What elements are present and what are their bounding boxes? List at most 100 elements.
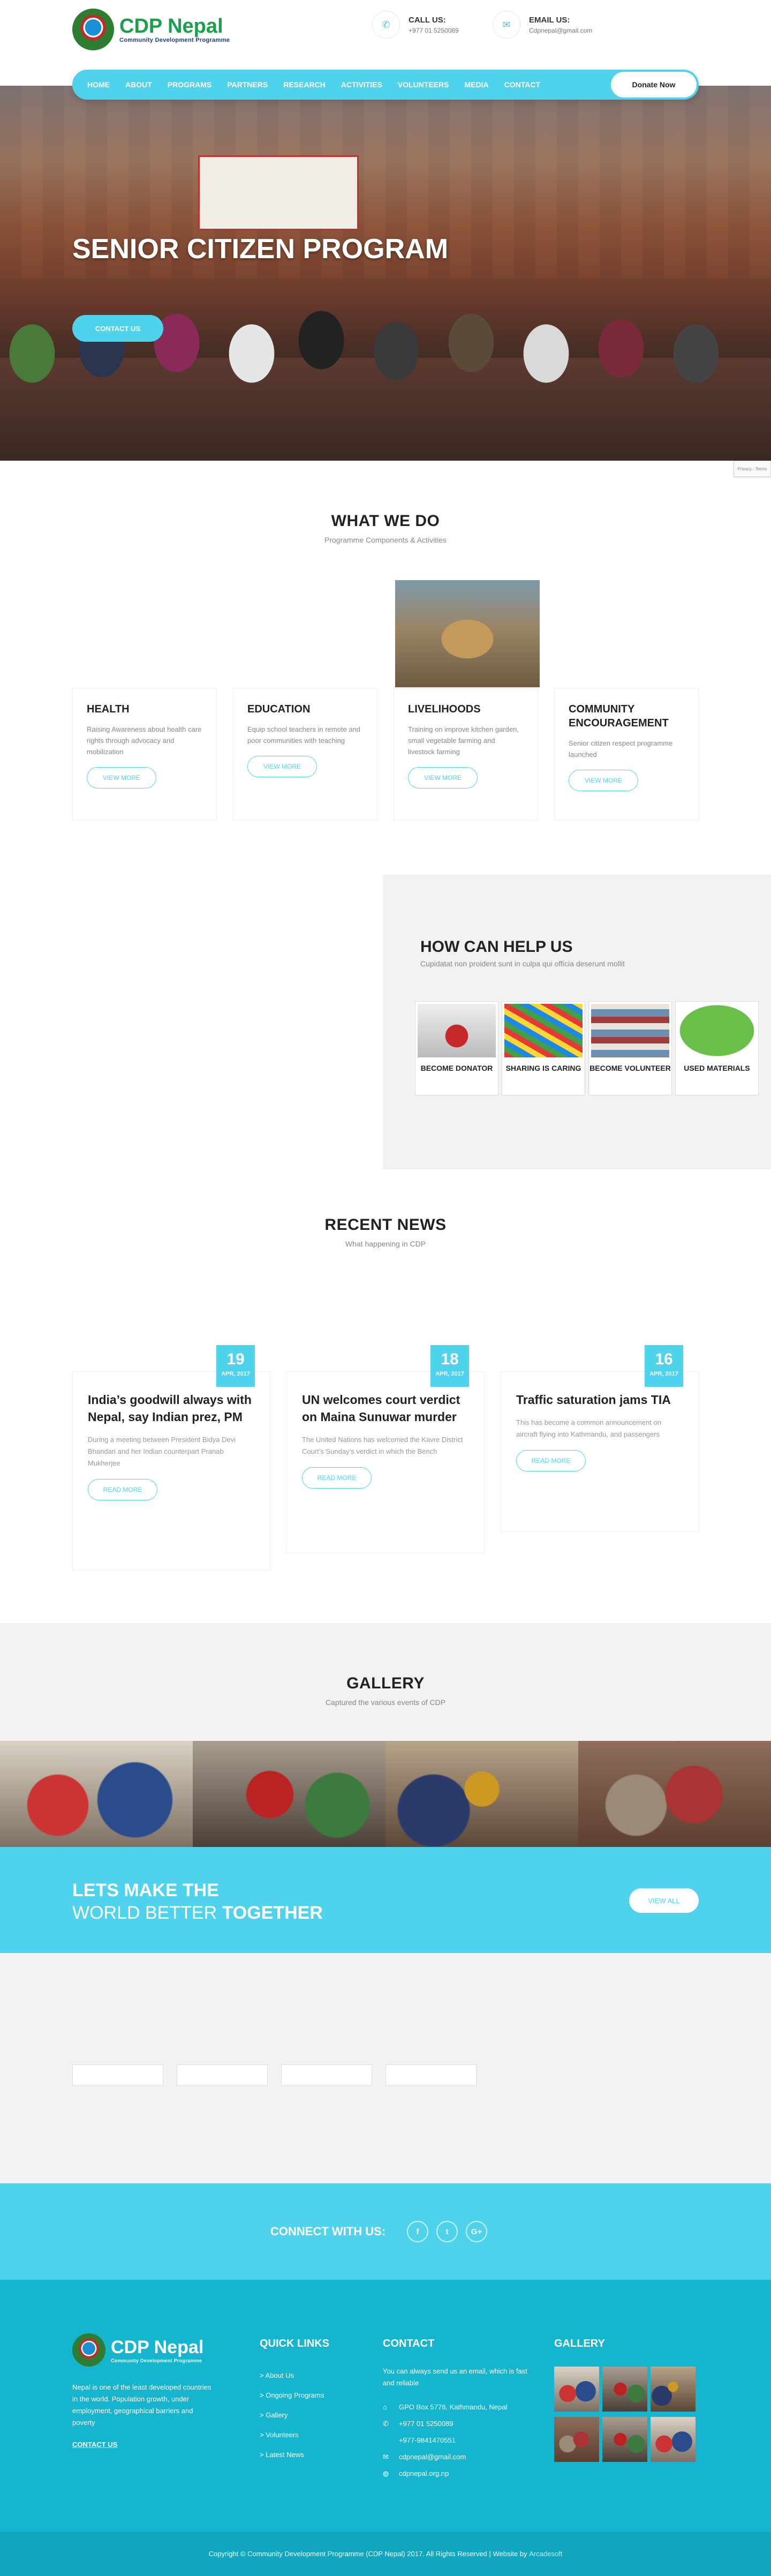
footer-gallery-image[interactable]: [602, 2417, 647, 2462]
donate-now-button[interactable]: Donate Now: [611, 72, 697, 97]
nav-media[interactable]: Media: [464, 80, 488, 89]
tile-used-materials[interactable]: Used Materials: [675, 1001, 759, 1095]
footer-contact-link[interactable]: Contact Us: [72, 2440, 117, 2449]
card-text: Raising Awareness about health care righ…: [87, 725, 202, 756]
donation-box-image: [418, 1004, 496, 1057]
quick-link-news[interactable]: > Latest News: [260, 2445, 324, 2465]
view-more-button[interactable]: View More: [569, 770, 638, 791]
gallery-subtitle: Captured the various events of CDP: [325, 1698, 446, 1707]
logo[interactable]: CDP Nepal Community Development Programm…: [72, 9, 230, 50]
logo-title: CDP Nepal: [119, 15, 223, 37]
footer-gallery-image[interactable]: [602, 2367, 647, 2412]
google-plus-icon[interactable]: G+: [466, 2221, 487, 2242]
hero-contact-button[interactable]: Contact Us: [72, 315, 163, 342]
developer-link[interactable]: Arcadesoft: [529, 2550, 562, 2558]
card-livelihoods: Livelihoods Training on improve kitchen …: [394, 688, 538, 821]
nav-programs[interactable]: Programs: [168, 80, 211, 89]
view-more-button[interactable]: View More: [87, 767, 156, 788]
quick-link-volunteers[interactable]: > Volunteers: [260, 2425, 324, 2445]
email-value[interactable]: Cdpnepal@gmail.com: [529, 27, 592, 34]
partner-logo[interactable]: [72, 2064, 163, 2086]
card-education: Education Equip school teachers in remot…: [233, 688, 377, 821]
news-headline[interactable]: UN welcomes court verdict on Maina Sunuw…: [302, 1391, 469, 1425]
contact-phone-2[interactable]: +977-9841470551: [399, 2436, 456, 2444]
tile-title: Sharing is caring: [505, 1064, 581, 1072]
nav-research[interactable]: Research: [283, 80, 326, 89]
partner-logo[interactable]: [177, 2064, 268, 2086]
footer-logo[interactable]: CDP Nepal Community Development Programm…: [72, 2333, 203, 2367]
quick-link-about[interactable]: > About Us: [260, 2365, 324, 2385]
gallery-image[interactable]: [0, 1741, 193, 1848]
read-more-button[interactable]: Read More: [302, 1467, 372, 1489]
news-excerpt: The United Nations has welcomed the Kavr…: [302, 1436, 463, 1455]
card-title: Livelihoods: [408, 703, 481, 715]
footer-gallery-title: Gallery: [554, 2338, 605, 2349]
news-excerpt: During a meeting between President Bidya…: [88, 1436, 236, 1467]
call-label: CALL US:: [409, 15, 446, 25]
hero-title: Senior Citizen Program: [72, 234, 449, 265]
nav-activities[interactable]: Activities: [341, 80, 382, 89]
cta-line-2: world better together: [72, 1903, 323, 1924]
view-more-button[interactable]: View More: [408, 767, 478, 788]
date-month: APR, 2017: [221, 1371, 250, 1377]
email-label: EMAIL US:: [529, 15, 570, 25]
contact-website[interactable]: cdpnepal.org.np: [399, 2469, 449, 2477]
tile-title: Become Volunteer: [589, 1064, 671, 1072]
tile-sharing-is-caring[interactable]: Sharing is caring: [502, 1001, 585, 1095]
nav-volunteers[interactable]: Volunteers: [398, 80, 449, 89]
footer-gallery-image[interactable]: [651, 2367, 696, 2412]
contact-email[interactable]: cdpnepal@gmail.com: [399, 2453, 466, 2461]
cta-line-2-b: together: [222, 1903, 323, 1923]
tile-become-donator[interactable]: Become Donator: [415, 1001, 498, 1095]
quick-link-gallery[interactable]: > Gallery: [260, 2405, 324, 2425]
nav-home[interactable]: Home: [87, 80, 110, 89]
news-title: Recent News: [324, 1216, 447, 1234]
contact-text: You can always send us an email, which i…: [383, 2367, 527, 2387]
partner-logo[interactable]: [386, 2064, 477, 2086]
home-icon: ⌂: [383, 2403, 387, 2411]
view-more-button[interactable]: View More: [247, 756, 317, 777]
envelope-icon: ✉: [383, 2453, 389, 2461]
news-headline[interactable]: India’s goodwill always with Nepal, say …: [88, 1391, 255, 1425]
partner-logo[interactable]: [281, 2064, 372, 2086]
logo-emblem-icon: [72, 9, 114, 50]
footer-gallery-image[interactable]: [554, 2367, 599, 2412]
copyright-text: Copyright © Community Development Progra…: [208, 2550, 527, 2558]
footer-gallery-image[interactable]: [651, 2417, 696, 2462]
call-us: ✆ CALL US: +977 01 5250089: [372, 11, 459, 39]
read-more-button[interactable]: Read More: [88, 1479, 157, 1500]
logo-emblem-icon: [72, 2333, 105, 2367]
twitter-icon[interactable]: t: [436, 2221, 458, 2242]
date-badge: 16 APR, 2017: [645, 1345, 683, 1387]
call-value[interactable]: +977 01 5250089: [409, 27, 459, 34]
read-more-button[interactable]: Read More: [516, 1450, 586, 1471]
phone-icon: ✆: [383, 2420, 389, 2428]
nav-contact[interactable]: Contact: [504, 80, 540, 89]
quick-link-programs[interactable]: > Ongoing Programs: [260, 2385, 324, 2405]
card-title: Community Encouragement: [569, 703, 669, 729]
footer-logo-subtitle: Community Development Programme: [111, 2358, 202, 2363]
footer-gallery-image[interactable]: [554, 2417, 599, 2462]
gallery-section: Gallery Captured the various events of C…: [0, 1623, 771, 1848]
gallery-image[interactable]: [193, 1741, 386, 1848]
volunteer-wordcloud-image: [504, 1004, 583, 1057]
envelope-icon: ✉: [493, 11, 520, 39]
news-headline[interactable]: Traffic saturation jams TIA: [516, 1391, 683, 1408]
gallery-image[interactable]: [578, 1741, 771, 1848]
view-all-button[interactable]: View All: [629, 1888, 699, 1913]
date-badge: 18 APR, 2017: [430, 1345, 469, 1387]
program-cards: Health Raising Awareness about health ca…: [72, 688, 715, 821]
contact-phone-1[interactable]: +977 01 5250089: [399, 2420, 453, 2428]
pass-it-on-image: [678, 1004, 756, 1057]
facebook-icon[interactable]: f: [407, 2221, 428, 2242]
date-day: 16: [655, 1350, 673, 1368]
tile-become-volunteer[interactable]: Become Volunteer: [588, 1001, 672, 1095]
quick-links: > About Us > Ongoing Programs > Gallery …: [260, 2365, 324, 2465]
nav-about[interactable]: About: [125, 80, 152, 89]
logo-subtitle: Community Development Programme: [119, 37, 230, 43]
nav-partners[interactable]: Partners: [227, 80, 268, 89]
how-can-help-section: How Can Help Us Cupidatat non proident s…: [383, 875, 771, 1169]
date-day: 18: [441, 1350, 459, 1368]
gallery-image[interactable]: [386, 1741, 578, 1848]
card-text: Senior citizen respect programme launche…: [569, 739, 673, 758]
